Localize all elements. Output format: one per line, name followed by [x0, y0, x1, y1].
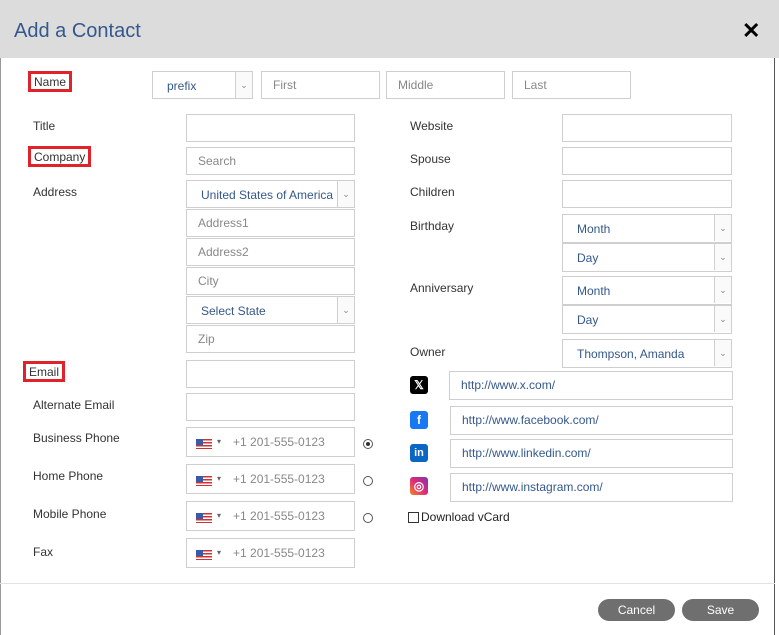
owner-select[interactable]: Thompson, Amanda ⌄: [562, 339, 732, 368]
phone-placeholder: +1 201-555-0123: [233, 546, 325, 560]
x-url-input[interactable]: http://www.x.com/: [449, 371, 733, 400]
anniversary-day-value: Day: [577, 313, 599, 327]
prefix-select[interactable]: prefix ⌄: [152, 71, 253, 99]
facebook-icon: f: [410, 411, 428, 429]
mobile-phone-label: Mobile Phone: [33, 507, 107, 521]
middle-name-input[interactable]: Middle: [386, 71, 505, 99]
chevron-down-icon: ⌄: [714, 244, 731, 270]
us-flag-icon[interactable]: [196, 476, 212, 486]
facebook-url-input[interactable]: http://www.facebook.com/: [450, 406, 733, 435]
linkedin-url-input[interactable]: http://www.linkedin.com/: [450, 439, 733, 468]
chevron-down-icon: ⌄: [714, 277, 731, 303]
linkedin-icon: in: [410, 444, 428, 462]
name-label: Name: [28, 71, 73, 92]
fax-label: Fax: [33, 545, 54, 559]
us-flag-icon[interactable]: [196, 513, 212, 523]
spouse-input[interactable]: [562, 147, 732, 175]
anniversary-day-select[interactable]: Day ⌄: [562, 305, 732, 334]
address-label: Address: [33, 185, 78, 199]
fax-input[interactable]: ▾ +1 201-555-0123: [186, 538, 355, 568]
alternate-email-input[interactable]: [186, 393, 355, 421]
first-name-input[interactable]: First: [261, 71, 380, 99]
home-phone-input[interactable]: ▾ +1 201-555-0123: [186, 464, 355, 494]
phone-placeholder: +1 201-555-0123: [233, 435, 325, 449]
download-vcard-label[interactable]: Download vCard: [421, 510, 510, 524]
last-name-input[interactable]: Last: [512, 71, 631, 99]
mobile-phone-input[interactable]: ▾ +1 201-555-0123: [186, 501, 355, 531]
address1-input[interactable]: Address1: [186, 209, 355, 237]
phone-placeholder: +1 201-555-0123: [233, 509, 325, 523]
email-label: Email: [23, 361, 66, 382]
cancel-button[interactable]: Cancel: [598, 599, 675, 621]
spouse-label: Spouse: [410, 152, 451, 166]
country-select[interactable]: United States of America ⌄: [186, 180, 355, 208]
business-phone-label: Business Phone: [33, 431, 120, 445]
business-phone-primary-radio[interactable]: [363, 439, 373, 449]
business-phone-input[interactable]: ▾ +1 201-555-0123: [186, 427, 355, 457]
prefix-value: prefix: [167, 79, 197, 93]
chevron-down-icon: ⌄: [337, 297, 354, 323]
birthday-month-select[interactable]: Month ⌄: [562, 214, 732, 243]
chevron-down-icon: ⌄: [337, 181, 354, 207]
home-phone-label: Home Phone: [33, 469, 104, 483]
website-input[interactable]: [562, 114, 732, 142]
zip-input[interactable]: Zip: [186, 325, 355, 353]
dialog-left-border: [0, 0, 1, 635]
owner-label: Owner: [410, 345, 446, 359]
x-icon: 𝕏: [410, 376, 428, 394]
close-icon[interactable]: ✕: [742, 18, 760, 44]
company-search-input[interactable]: Search: [186, 147, 355, 175]
us-flag-icon[interactable]: [196, 550, 212, 560]
save-button[interactable]: Save: [682, 599, 759, 621]
title-label: Title: [33, 119, 56, 133]
children-label: Children: [410, 185, 455, 199]
alternate-email-label: Alternate Email: [33, 398, 115, 412]
birthday-day-select[interactable]: Day ⌄: [562, 243, 732, 272]
caret-down-icon[interactable]: ▾: [217, 437, 221, 446]
chevron-down-icon: ⌄: [235, 72, 252, 98]
country-value: United States of America: [201, 188, 334, 202]
birthday-month-value: Month: [577, 222, 611, 236]
dialog-right-border: [774, 0, 775, 635]
download-vcard-checkbox[interactable]: [408, 512, 419, 523]
instagram-icon: ◎: [410, 477, 428, 495]
anniversary-month-select[interactable]: Month ⌄: [562, 276, 732, 305]
us-flag-icon[interactable]: [196, 439, 212, 449]
footer-divider: [0, 583, 775, 584]
caret-down-icon[interactable]: ▾: [217, 474, 221, 483]
company-label: Company: [28, 146, 92, 167]
chevron-down-icon: ⌄: [714, 215, 731, 241]
address2-input[interactable]: Address2: [186, 238, 355, 266]
anniversary-label: Anniversary: [410, 281, 474, 295]
anniversary-month-value: Month: [577, 284, 611, 298]
city-input[interactable]: City: [186, 267, 355, 295]
owner-value: Thompson, Amanda: [577, 347, 685, 361]
home-phone-primary-radio[interactable]: [363, 476, 373, 486]
children-input[interactable]: [562, 180, 732, 208]
mobile-phone-primary-radio[interactable]: [363, 513, 373, 523]
chevron-down-icon: ⌄: [714, 340, 731, 366]
caret-down-icon[interactable]: ▾: [217, 548, 221, 557]
chevron-down-icon: ⌄: [714, 306, 731, 332]
website-label: Website: [410, 119, 454, 133]
email-input[interactable]: [186, 360, 355, 388]
birthday-label: Birthday: [410, 219, 455, 233]
title-input[interactable]: [186, 114, 355, 142]
birthday-day-value: Day: [577, 251, 599, 265]
caret-down-icon[interactable]: ▾: [217, 511, 221, 520]
phone-placeholder: +1 201-555-0123: [233, 472, 325, 486]
dialog-title: Add a Contact: [14, 20, 141, 42]
state-select[interactable]: Select State ⌄: [186, 296, 355, 324]
state-value: Select State: [201, 304, 266, 318]
instagram-url-input[interactable]: http://www.instagram.com/: [450, 473, 733, 502]
